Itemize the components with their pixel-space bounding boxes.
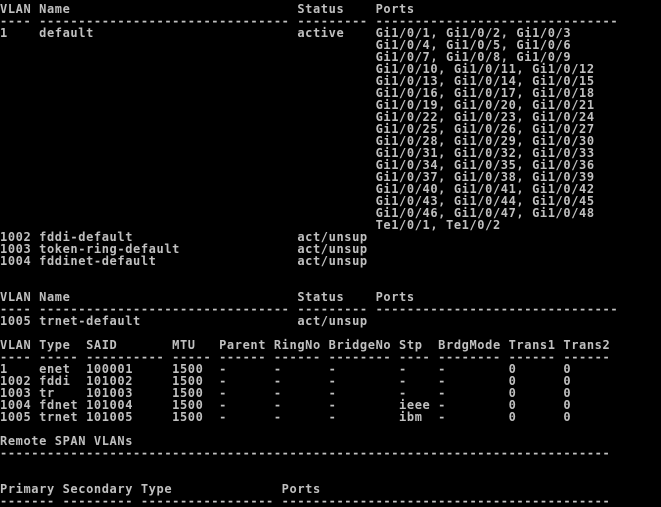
terminal-line: ------- --------- ----------------- ----… — [0, 494, 611, 507]
terminal-line: 1005 trnet-default act/unsup — [0, 314, 368, 328]
terminal-line: ----------------------------------------… — [0, 446, 611, 460]
terminal-line: 1005 trnet 101005 1500 - - - ibm - 0 0 — [0, 410, 572, 424]
terminal-window[interactable]: VLAN Name Status Ports ---- -------------… — [0, 0, 661, 507]
terminal-line: 1004 fddinet-default act/unsup — [0, 254, 368, 268]
